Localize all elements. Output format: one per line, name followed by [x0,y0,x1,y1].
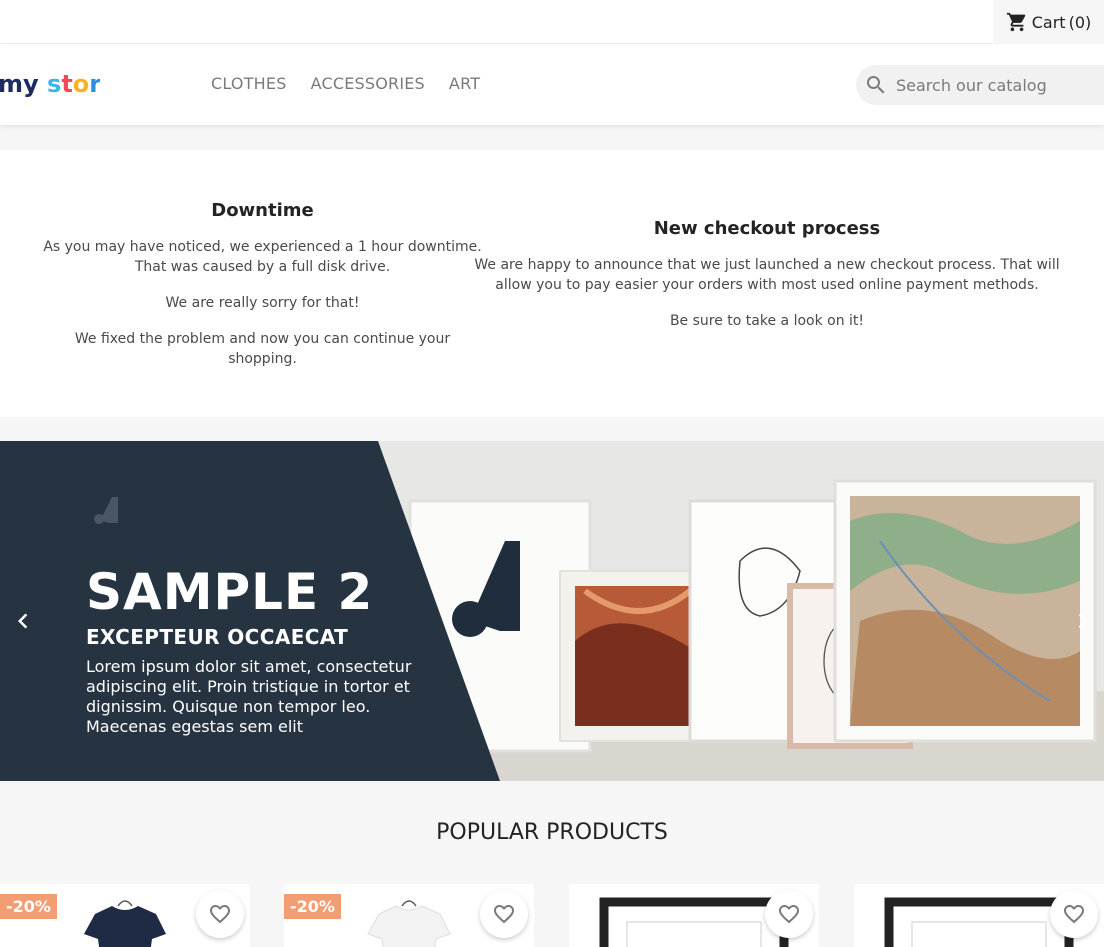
wishlist-button[interactable] [480,890,528,938]
notice-checkout: New checkout process We are happy to ann… [470,218,1064,347]
slide-caption: SAMPLE 2 EXCEPTEUR OCCAECAT Lorem ipsum … [86,561,426,737]
notice-paragraph: Be sure to take a look on it! [669,313,865,329]
chevron-right-icon[interactable] [1068,606,1098,636]
discount-badge: -20% [0,894,57,919]
notice-title: Downtime [211,200,314,221]
store-logo[interactable]: my store [0,68,100,102]
main-header: my store CLOTHES ACCESSORIES ART [0,44,1104,125]
notice-downtime: Downtime As you may have noticed, we exp… [40,200,485,385]
homepage-slider[interactable]: SAMPLE 2 EXCEPTEUR OCCAECAT Lorem ipsum … [0,441,1104,781]
main-menu: CLOTHES ACCESSORIES ART [211,74,480,93]
heart-outline-icon [494,905,514,924]
notice-paragraph: We fixed the problem and now you can con… [74,331,451,367]
top-bar: Cart (0) [0,0,1104,44]
search-input[interactable] [896,75,1104,95]
product-card[interactable]: -20% [0,884,250,947]
slide-title: SAMPLE 2 [86,563,374,621]
product-card[interactable] [569,884,819,947]
popular-products-title: POPULAR PRODUCTS [436,820,668,845]
menu-item-accessories[interactable]: ACCESSORIES [311,74,425,93]
notice-paragraph: We are happy to announce that we just la… [474,257,1060,293]
menu-item-clothes[interactable]: CLOTHES [211,74,287,93]
a-logo-icon [94,497,118,524]
notice-paragraph: We are really sorry for that! [165,295,360,311]
heart-outline-icon [779,905,799,924]
slide-subtitle: EXCEPTEUR OCCAECAT [86,625,349,649]
cart-count: (0) [1068,12,1092,32]
product-card[interactable] [854,884,1104,947]
shopping-cart-icon [1006,12,1026,32]
wishlist-button[interactable] [765,890,813,938]
notice-paragraph: As you may have noticed, we experienced … [43,239,482,275]
slide-description: Lorem ipsum dolor sit amet, consectetur … [86,657,412,736]
heart-outline-icon [1064,905,1084,924]
cart-button[interactable]: Cart (0) [993,0,1104,44]
notices-block: Downtime As you may have noticed, we exp… [0,150,1104,417]
menu-item-art[interactable]: ART [449,74,480,93]
cart-label: Cart [1031,12,1066,32]
wishlist-button[interactable] [196,890,244,938]
chevron-left-icon[interactable] [8,606,38,636]
svg-text:my store: my store [0,70,100,98]
search-box [856,65,1104,105]
notice-title: New checkout process [653,218,881,239]
discount-badge: -20% [284,894,341,919]
wishlist-button[interactable] [1050,890,1098,938]
product-card[interactable]: -20% [284,884,534,947]
search-icon[interactable] [864,73,888,97]
heart-outline-icon [210,905,230,924]
